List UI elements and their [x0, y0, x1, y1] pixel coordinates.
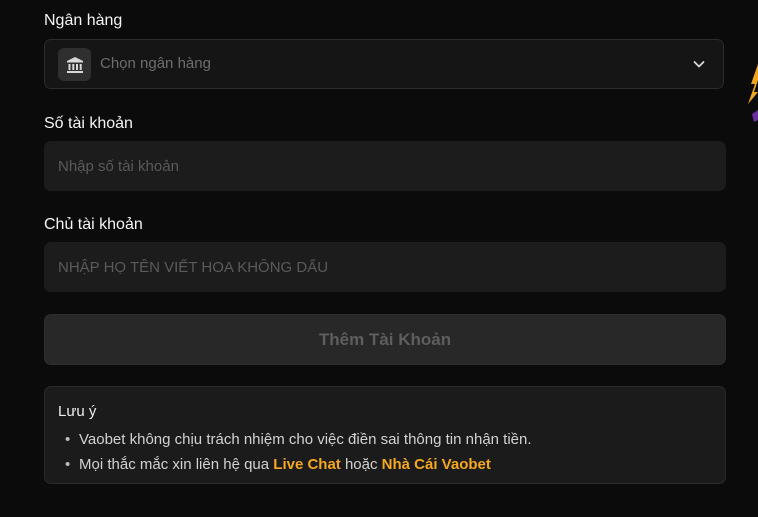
note-list: • Vaobet không chịu trách nhiệm cho việc … — [59, 427, 532, 477]
note-item: • Mọi thắc mắc xin liên hệ qua Live Chat … — [59, 452, 532, 477]
bank-select-placeholder: Chọn ngân hàng — [100, 55, 211, 72]
add-account-button[interactable]: Thêm Tài Khoản — [44, 314, 726, 365]
note-item-text: Mọi thắc mắc xin liên hệ qua — [79, 456, 274, 473]
account-holder-label: Chủ tài khoản — [44, 216, 143, 233]
bank-label: Ngân hàng — [44, 12, 123, 29]
note-item-text: hoặc — [340, 456, 382, 473]
add-bank-account-form: Ngân hàng Chọn ngân hàng Số tài khoản Ch… — [0, 0, 758, 517]
vaobet-link[interactable]: Nhà Cái Vaobet — [382, 456, 491, 473]
account-number-input[interactable] — [44, 141, 726, 191]
account-holder-input[interactable] — [44, 242, 726, 292]
account-number-label: Số tài khoản — [44, 115, 133, 132]
bank-select[interactable]: Chọn ngân hàng — [44, 39, 724, 89]
live-chat-link[interactable]: Live Chat — [273, 456, 341, 473]
bank-icon — [58, 48, 91, 81]
bullet-icon: • — [65, 456, 71, 473]
note-item-text: Vaobet không chịu trách nhiệm cho việc đ… — [79, 431, 532, 448]
note-item: • Vaobet không chịu trách nhiệm cho việc … — [59, 427, 532, 452]
bullet-icon: • — [65, 431, 71, 448]
note-box: Lưu ý • Vaobet không chịu trách nhiệm cho… — [44, 386, 726, 484]
note-title: Lưu ý — [58, 403, 97, 420]
decorative-graphic — [748, 64, 758, 122]
chevron-down-icon[interactable] — [691, 56, 707, 72]
